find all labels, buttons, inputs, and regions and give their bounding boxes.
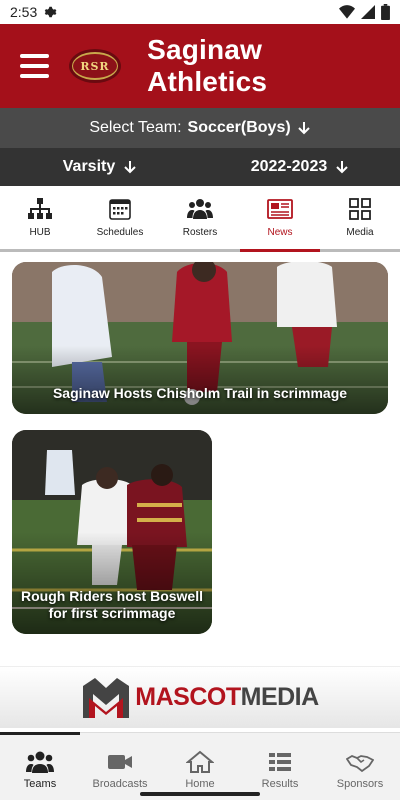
news-card[interactable]: Rough Riders host Boswell for first scri… — [12, 430, 212, 634]
nav-broadcasts[interactable]: Broadcasts — [80, 733, 160, 800]
arrow-down-icon — [336, 161, 348, 174]
bottom-navigation: Teams Broadcasts Home Results Sponsors — [0, 732, 400, 800]
video-camera-icon — [108, 754, 132, 769]
sponsor-name: MASCOTMEDIA — [135, 683, 320, 712]
nav-home[interactable]: Home — [160, 733, 240, 800]
nav-sponsors[interactable]: Sponsors — [320, 733, 400, 800]
sponsor-name-part1: MASCOT — [135, 683, 241, 711]
status-bar: 2:53 — [0, 0, 400, 24]
tab-label: HUB — [29, 227, 51, 238]
home-icon — [186, 750, 214, 773]
app-title: Saginaw Athletics — [147, 34, 268, 97]
tab-schedules[interactable]: Schedules — [80, 186, 160, 249]
list-icon — [269, 752, 291, 771]
tab-label: News — [267, 227, 293, 238]
handshake-icon — [346, 754, 374, 772]
status-left: 2:53 — [10, 4, 57, 20]
team-select-dropdown[interactable]: Select Team: Soccer(Boys) — [0, 108, 400, 148]
menu-icon-bar — [20, 64, 49, 68]
mascot-media-logo-icon — [83, 677, 130, 718]
status-right — [339, 4, 390, 20]
tab-rosters[interactable]: Rosters — [160, 186, 240, 249]
newspaper-icon — [267, 199, 293, 219]
level-dropdown[interactable]: Varsity — [0, 148, 200, 186]
news-card[interactable]: Saginaw Hosts Chisholm Trail in scrimmag… — [12, 262, 388, 414]
team-logo-text: RSR — [72, 54, 117, 78]
gear-icon — [45, 6, 57, 18]
nav-label: Broadcasts — [92, 777, 148, 790]
menu-icon-bar — [20, 74, 49, 78]
team-logo: RSR — [68, 49, 122, 83]
status-time: 2:53 — [10, 4, 38, 20]
app-header: RSR Saginaw Athletics — [0, 24, 400, 108]
sponsor-banner[interactable]: MASCOTMEDIA — [0, 666, 400, 728]
level-season-row: Varsity 2022-2023 — [0, 148, 400, 186]
season-value: 2022-2023 — [250, 158, 328, 175]
people-icon — [187, 199, 213, 219]
news-title: Saginaw Hosts Chisholm Trail in scrimmag… — [52, 385, 348, 401]
gesture-bar — [140, 792, 260, 796]
menu-icon-bar — [20, 54, 49, 58]
nav-label: Sponsors — [336, 777, 384, 790]
level-value: Varsity — [62, 158, 116, 175]
team-select-label: Select Team: — [89, 119, 182, 136]
arrow-down-icon — [124, 161, 136, 174]
tab-hub[interactable]: HUB — [0, 186, 80, 249]
arrow-down-icon — [297, 122, 310, 135]
calendar-icon — [109, 199, 131, 220]
news-title: Rough Riders host Boswell for first scri… — [20, 588, 203, 621]
news-list: Saginaw Hosts Chisholm Trail in scrimmag… — [0, 252, 400, 666]
nav-label: Home — [185, 777, 215, 790]
people-icon — [26, 751, 54, 773]
team-select-value: Soccer(Boys) — [187, 119, 291, 136]
sponsor-name-part2: MEDIA — [240, 683, 320, 711]
nav-teams[interactable]: Teams — [0, 732, 80, 800]
tab-news[interactable]: News — [240, 186, 320, 252]
nav-label: Results — [261, 777, 299, 790]
season-dropdown[interactable]: 2022-2023 — [200, 148, 400, 186]
battery-icon — [381, 4, 390, 20]
tab-label: Media — [346, 227, 374, 238]
tab-label: Rosters — [182, 227, 218, 238]
tab-media[interactable]: Media — [320, 186, 400, 249]
menu-button[interactable] — [20, 54, 49, 78]
signal-icon — [361, 5, 375, 19]
org-chart-icon — [28, 198, 52, 219]
grid-icon — [349, 198, 371, 220]
wifi-icon — [339, 5, 355, 19]
section-tabs: HUB Schedules Rosters News Media — [0, 186, 400, 252]
tab-label: Schedules — [96, 227, 144, 238]
nav-label: Teams — [23, 777, 57, 790]
nav-results[interactable]: Results — [240, 733, 320, 800]
